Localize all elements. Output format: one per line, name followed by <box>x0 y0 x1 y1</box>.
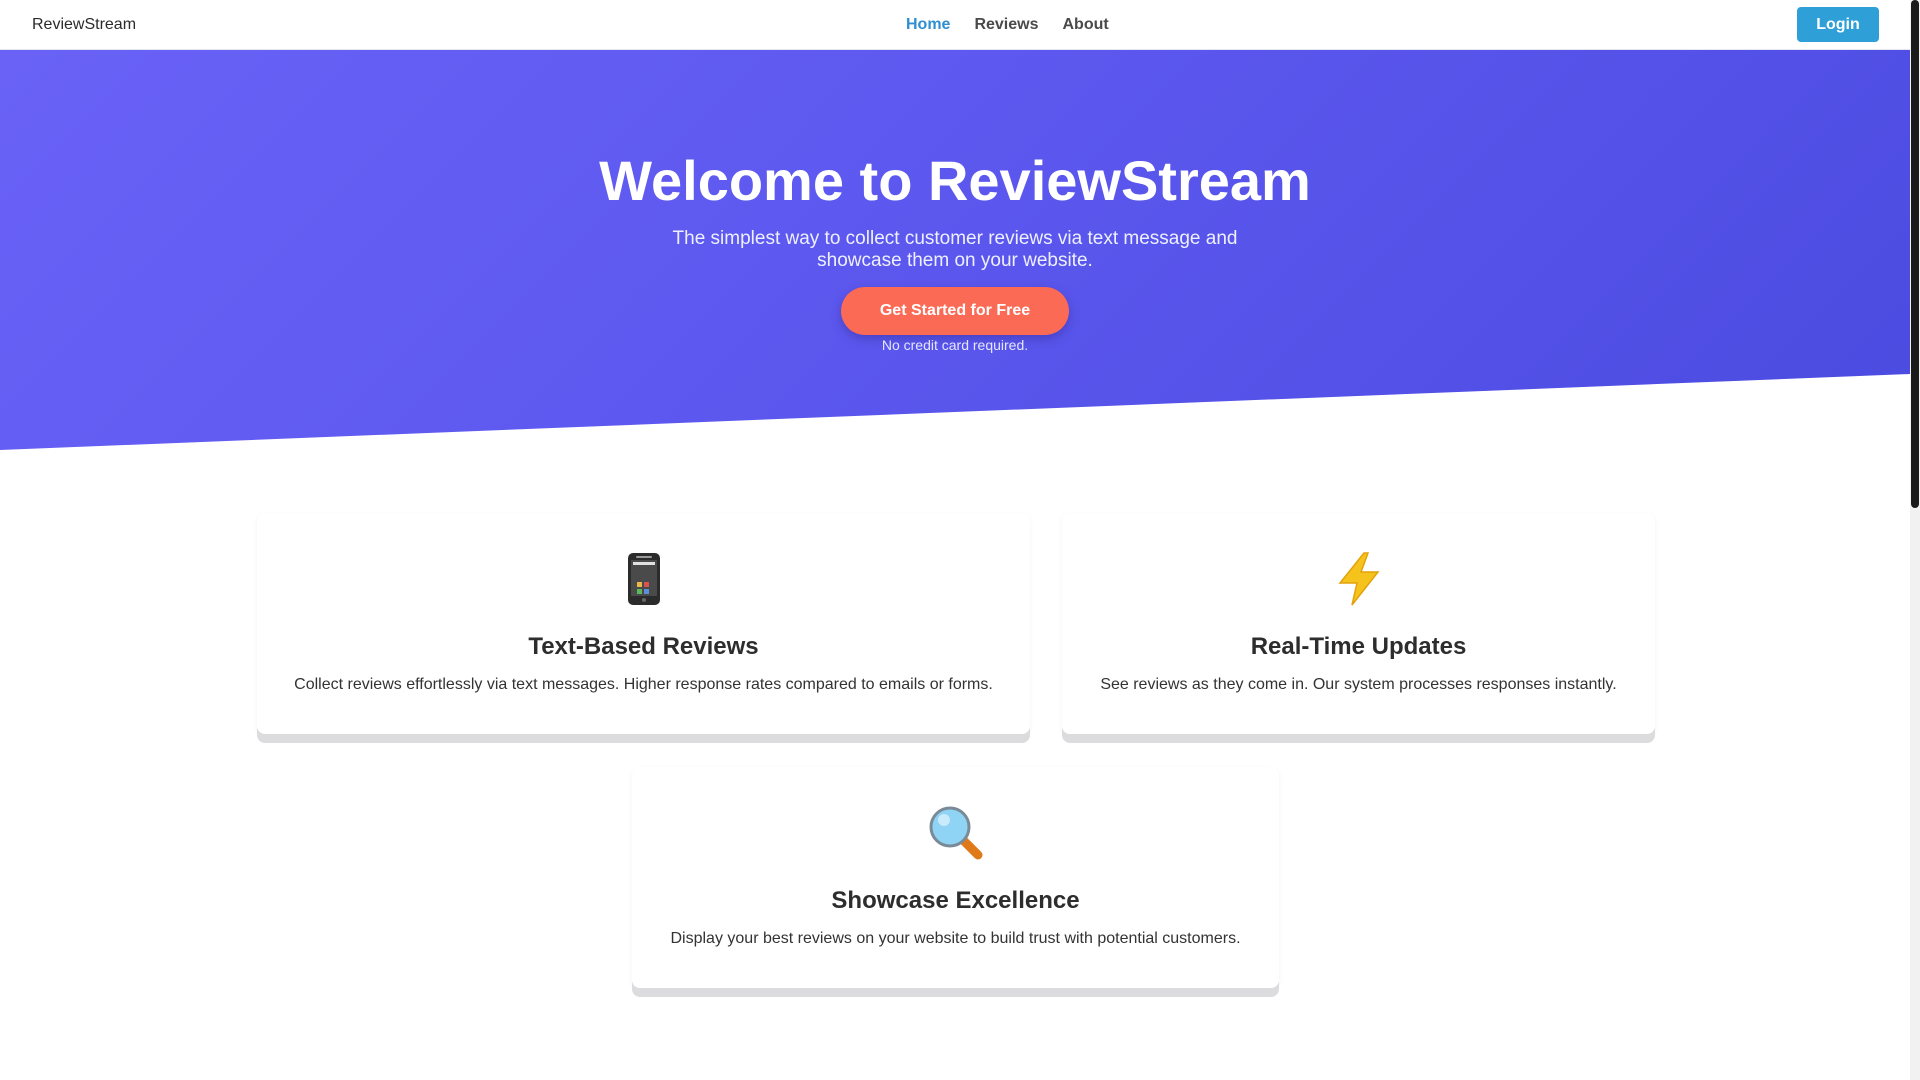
feature-description: See reviews as they come in. Our system … <box>1100 676 1617 693</box>
cta-note: No credit card required. <box>881 337 1029 353</box>
feature-title: Real-Time Updates <box>1250 633 1467 660</box>
navbar: ReviewStream Home Reviews About Login <box>0 0 1910 50</box>
nav-link-reviews[interactable]: Reviews <box>974 16 1038 34</box>
page-scrollbar-thumb[interactable] <box>1911 0 1919 508</box>
feature-description: Collect reviews effortlessly via text me… <box>294 676 993 693</box>
page: Welcome to ReviewStream The simplest way… <box>0 0 1910 1080</box>
feature-card-real-time: Real-Time Updates See reviews as they co… <box>1062 513 1655 734</box>
feature-title: Showcase Excellence <box>831 887 1080 914</box>
lightning-bolt-icon <box>1062 549 1655 609</box>
hero-title: Welcome to ReviewStream <box>599 149 1311 212</box>
nav-link-home[interactable]: Home <box>906 16 950 34</box>
get-started-button[interactable]: Get Started for Free <box>841 287 1069 335</box>
login-button[interactable]: Login <box>1797 7 1879 42</box>
feature-description: Display your best reviews on your websit… <box>670 930 1241 947</box>
nav-link-about[interactable]: About <box>1063 16 1109 34</box>
mobile-phone-icon <box>257 549 1030 609</box>
feature-title: Text-Based Reviews <box>528 633 759 660</box>
feature-card-text-reviews: Text-Based Reviews Collect reviews effor… <box>257 513 1030 734</box>
nav-links: Home Reviews About <box>906 0 1109 50</box>
hero-subtitle: The simplest way to collect customer rev… <box>672 228 1238 271</box>
feature-card-showcase: Showcase Excellence Display your best re… <box>632 767 1279 988</box>
brand-logo-text[interactable]: ReviewStream <box>32 0 136 50</box>
magnifying-glass-icon <box>632 803 1279 863</box>
